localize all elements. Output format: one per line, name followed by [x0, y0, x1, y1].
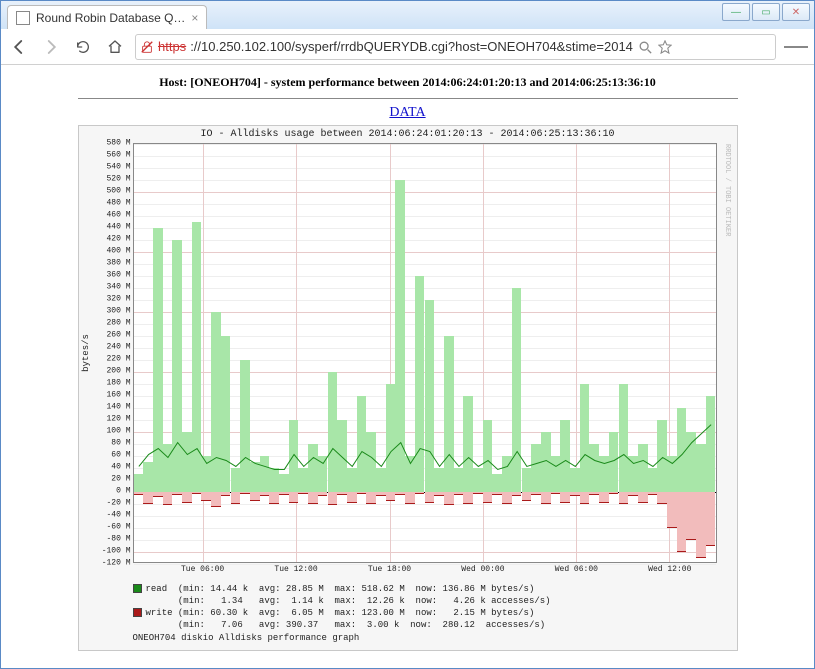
y-tick: 340 M [93, 283, 131, 292]
y-tick: 20 M [93, 475, 131, 484]
y-tick: 120 M [93, 415, 131, 424]
x-tick: Wed 00:00 [461, 565, 504, 574]
y-axis: 580 M560 M540 M520 M500 M480 M460 M440 M… [93, 143, 133, 563]
rrdtool-watermark: RRDTOOL / TOBI OETIKER [721, 144, 735, 590]
home-button[interactable] [103, 35, 127, 59]
x-axis: Tue 06:00 Tue 12:00 Tue 18:00 Wed 00:00 Wed … [133, 563, 717, 579]
tab-title: Round Robin Database Q… [36, 11, 185, 25]
browser-tab[interactable]: Round Robin Database Q… × [7, 5, 207, 29]
plot-area [133, 143, 717, 563]
y-tick: 580 M [93, 139, 131, 148]
y-tick: 400 M [93, 247, 131, 256]
legend-footer: ONEOH704 diskio Alldisks performance gra… [133, 633, 360, 643]
y-tick: 320 M [93, 295, 131, 304]
y-tick: 260 M [93, 331, 131, 340]
forward-button[interactable] [39, 35, 63, 59]
page-icon [16, 11, 30, 25]
y-tick: -120 M [93, 559, 131, 568]
y-tick: 180 M [93, 379, 131, 388]
url-text: ://10.250.102.100/sysperf/rrdbQUERYDB.cg… [190, 39, 633, 54]
close-window-button[interactable]: ✕ [782, 3, 810, 21]
y-tick: 480 M [93, 199, 131, 208]
window-controls: — ▭ ✕ [722, 3, 810, 21]
titlebar: Round Robin Database Q… × — ▭ ✕ [1, 1, 814, 29]
y-tick: 560 M [93, 151, 131, 160]
x-tick: Tue 12:00 [274, 565, 317, 574]
y-tick: 300 M [93, 307, 131, 316]
close-tab-icon[interactable]: × [191, 11, 198, 25]
y-tick: 100 M [93, 427, 131, 436]
y-tick: 0 M [93, 487, 131, 496]
y-tick: 160 M [93, 391, 131, 400]
y-tick: 80 M [93, 439, 131, 448]
page: Host: [ONEOH704] - system performance be… [18, 71, 798, 651]
x-tick: Tue 06:00 [181, 565, 224, 574]
insecure-lock-icon [140, 40, 154, 54]
y-tick: 360 M [93, 271, 131, 280]
x-tick: Tue 18:00 [368, 565, 411, 574]
y-tick: 500 M [93, 187, 131, 196]
x-tick: Wed 12:00 [648, 565, 691, 574]
page-viewport[interactable]: Host: [ONEOH704] - system performance be… [1, 65, 814, 668]
back-button[interactable] [7, 35, 31, 59]
page-title: Host: [ONEOH704] - system performance be… [18, 71, 798, 94]
legend: read (min: 14.44 k avg: 28.85 M max: 518… [79, 579, 737, 650]
y-tick: -80 M [93, 535, 131, 544]
search-icon[interactable] [637, 39, 653, 55]
chart-title: IO - Alldisks usage between 2014:06:24:0… [79, 126, 737, 143]
y-tick: -20 M [93, 499, 131, 508]
legend-swatch-write [133, 608, 142, 617]
y-tick: 440 M [93, 223, 131, 232]
x-tick: Wed 06:00 [555, 565, 598, 574]
menu-button[interactable] [784, 35, 808, 59]
reload-button[interactable] [71, 35, 95, 59]
y-tick: 420 M [93, 235, 131, 244]
y-tick: 460 M [93, 211, 131, 220]
bookmark-star-icon[interactable] [657, 39, 673, 55]
y-tick: 200 M [93, 367, 131, 376]
chart: IO - Alldisks usage between 2014:06:24:0… [78, 125, 738, 651]
y-tick: 520 M [93, 175, 131, 184]
address-bar[interactable]: https ://10.250.102.100/sysperf/rrdbQUER… [135, 34, 776, 60]
read-line [134, 144, 716, 562]
y-tick: 220 M [93, 355, 131, 364]
y-axis-label: bytes/s [79, 143, 93, 563]
y-tick: 40 M [93, 463, 131, 472]
y-tick: -60 M [93, 523, 131, 532]
browser-toolbar: https ://10.250.102.100/sysperf/rrdbQUER… [1, 29, 814, 65]
separator [78, 98, 738, 99]
window-frame: Round Robin Database Q… × — ▭ ✕ https :/… [0, 0, 815, 669]
y-tick: 380 M [93, 259, 131, 268]
y-tick: -100 M [93, 547, 131, 556]
y-tick: 540 M [93, 163, 131, 172]
y-tick: 140 M [93, 403, 131, 412]
url-scheme: https [158, 39, 186, 54]
y-tick: 60 M [93, 451, 131, 460]
minimize-button[interactable]: — [722, 3, 750, 21]
y-tick: 240 M [93, 343, 131, 352]
y-tick: 280 M [93, 319, 131, 328]
y-tick: -40 M [93, 511, 131, 520]
data-link[interactable]: DATA [18, 105, 798, 121]
legend-swatch-read [133, 584, 142, 593]
maximize-button[interactable]: ▭ [752, 3, 780, 21]
